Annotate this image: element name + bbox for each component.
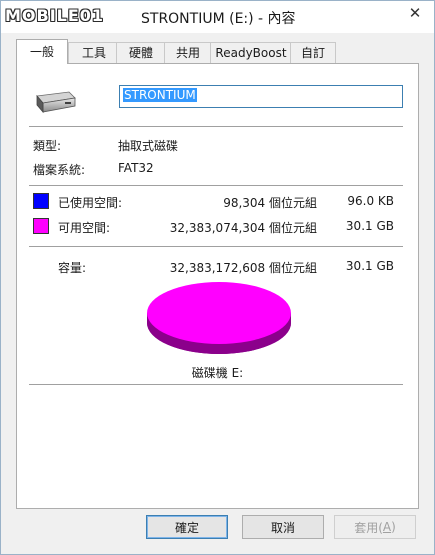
used-space-size: 96.0 KB [347,194,394,208]
filesystem-value: FAT32 [118,161,154,175]
close-button[interactable]: ✕ [402,3,428,23]
properties-dialog: MOBILE01 STRONTIUM (E:) - 內容 ✕ 一般 工具 硬體 … [0,0,435,555]
window-title: STRONTIUM (E:) - 內容 [141,11,296,27]
title-bar: MOBILE01 STRONTIUM (E:) - 內容 ✕ [1,1,434,33]
tab-tools[interactable]: 工具 [68,42,120,63]
used-space-bytes: 98,304 個位元組 [223,196,317,210]
free-space-bytes: 32,383,074,304 個位元組 [169,221,317,235]
free-space-swatch [33,218,49,234]
pie-free-slice [147,282,291,344]
separator [29,126,403,127]
apply-label-close: ) [391,520,396,534]
tab-general[interactable]: 一般 [16,39,68,64]
used-space-label: 已使用空間: [58,196,123,210]
free-space-size: 30.1 GB [345,219,394,233]
drive-caption: 磁碟機 E: [191,366,244,380]
capacity-bytes: 32,383,172,608 個位元組 [169,261,317,275]
tab-customize[interactable]: 自訂 [290,42,336,63]
general-panel: STRONTIUM 類型: 抽取式磁碟 檔案系統: FAT32 已使用空間: 9… [16,63,419,509]
drive-name-input[interactable]: STRONTIUM [119,85,403,108]
disk-usage-pie [147,282,291,354]
filesystem-label: 檔案系統: [33,163,86,177]
capacity-size: 30.1 GB [345,259,394,273]
type-label: 類型: [33,139,62,153]
tab-hardware[interactable]: 硬體 [116,42,166,63]
ok-button[interactable]: 確定 [146,515,228,539]
separator [29,384,403,385]
usb-drive-icon [36,91,76,114]
separator [29,246,403,247]
separator [29,185,403,186]
cancel-button[interactable]: 取消 [242,515,324,539]
capacity-label: 容量: [58,261,87,275]
free-space-label: 可用空間: [58,221,111,235]
tab-readyboost[interactable]: ReadyBoost [210,42,292,63]
logo-text: MOBILE01 [5,5,105,25]
tab-sharing[interactable]: 共用 [164,42,212,63]
mobile01-logo: MOBILE01 [5,4,104,26]
close-icon: ✕ [408,4,422,22]
apply-button[interactable]: 套用(A) [334,515,416,539]
apply-access-key: A [382,520,392,534]
drive-name-text: STRONTIUM [123,88,197,102]
type-value: 抽取式磁碟 [118,139,179,153]
apply-label: 套用( [354,520,383,535]
used-space-swatch [33,193,49,209]
